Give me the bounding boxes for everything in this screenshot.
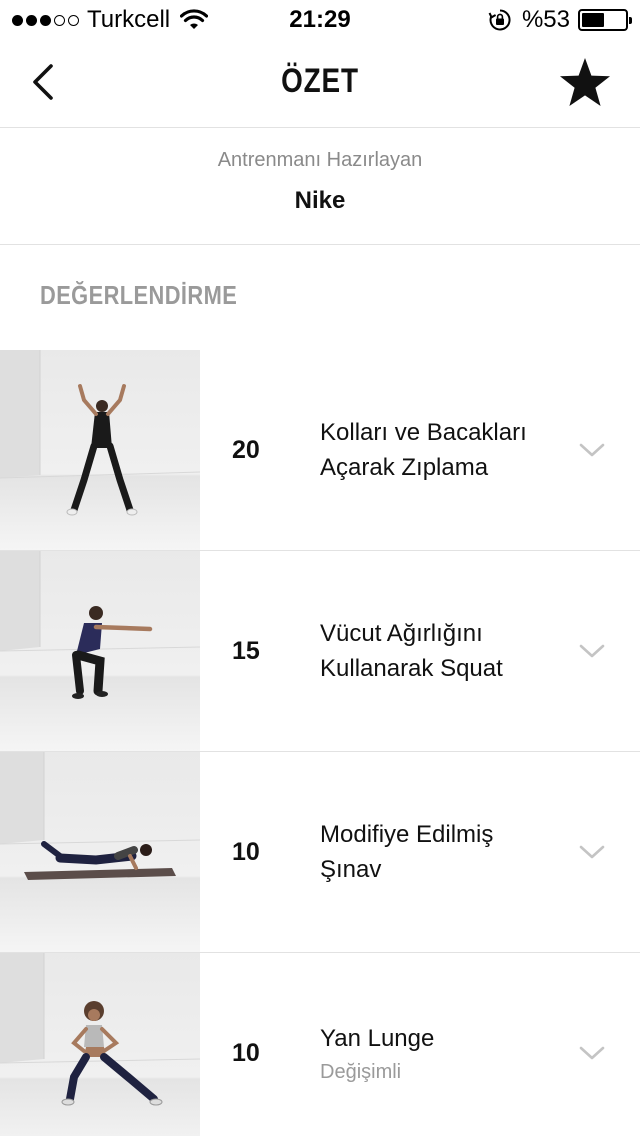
battery-percent: %53	[521, 6, 570, 33]
exercise-thumbnail	[0, 752, 200, 952]
exercise-name-line: Yan Lunge	[320, 1024, 435, 1052]
exercise-name-line: Kolları ve Bacakları	[320, 419, 527, 446]
exercise-name-line: Açarak Zıplama	[320, 454, 489, 481]
status-right: %53	[488, 6, 632, 34]
chevron-down-icon[interactable]	[578, 1039, 606, 1067]
rotation-lock-icon	[488, 9, 511, 31]
exercise-count: 10	[232, 837, 260, 866]
exercise-row[interactable]: 10 Modifiye Edilmiş Şınav	[0, 752, 640, 953]
exercise-row[interactable]: 20 Kolları ve Bacakları Açarak Zıplama	[0, 350, 640, 551]
exercise-name-line: Modifiye Edilmiş	[320, 821, 494, 848]
push-up-image	[0, 752, 200, 880]
exercise-thumbnail	[0, 953, 200, 1136]
exercise-name: Modifiye Edilmiş Şınav	[320, 752, 570, 952]
battery-icon	[578, 9, 632, 31]
exercise-count: 10	[232, 1038, 260, 1067]
author-section: Antrenmanı Hazırlayan Nike	[0, 129, 640, 245]
chevron-down-icon[interactable]	[578, 436, 606, 464]
author-name: Nike	[294, 187, 346, 214]
exercise-thumbnail	[0, 350, 200, 550]
exercise-list: 20 Kolları ve Bacakları Açarak Zıplama 1…	[0, 350, 640, 1136]
favorite-star-button[interactable]	[558, 56, 612, 110]
exercise-name: Vücut Ağırlığını Kullanarak Squat	[320, 551, 570, 751]
section-heading: DEĞERLENDİRME	[40, 280, 238, 310]
exercise-row[interactable]: 15 Vücut Ağırlığını Kullanarak Squat	[0, 551, 640, 752]
exercise-count: 20	[232, 435, 260, 464]
navigation-bar: ÖZET	[0, 40, 640, 128]
exercise-row[interactable]: 10 Yan Lunge Değişimli	[0, 953, 640, 1136]
chevron-down-icon[interactable]	[578, 637, 606, 665]
exercise-name: Yan Lunge Değişimli	[320, 953, 570, 1136]
page-title: ÖZET	[281, 62, 359, 100]
exercise-count: 15	[232, 636, 260, 665]
exercise-name: Kolları ve Bacakları Açarak Zıplama	[320, 350, 570, 550]
exercise-name-line: Kullanarak Squat	[320, 655, 503, 682]
jumping-jacks-image	[0, 350, 200, 516]
status-bar: Turkcell 21:29 %53	[0, 0, 640, 40]
exercise-name-line: Şınav	[320, 856, 382, 883]
exercise-thumbnail	[0, 551, 200, 751]
side-lunge-image	[0, 953, 200, 1106]
battery-level	[582, 13, 605, 27]
exercise-variation: Değişimli	[320, 1060, 402, 1083]
exercise-name-line: Vücut Ağırlığını	[320, 620, 483, 647]
author-label: Antrenmanı Hazırlayan	[217, 149, 423, 171]
chevron-down-icon[interactable]	[578, 838, 606, 866]
squat-image	[0, 551, 200, 699]
